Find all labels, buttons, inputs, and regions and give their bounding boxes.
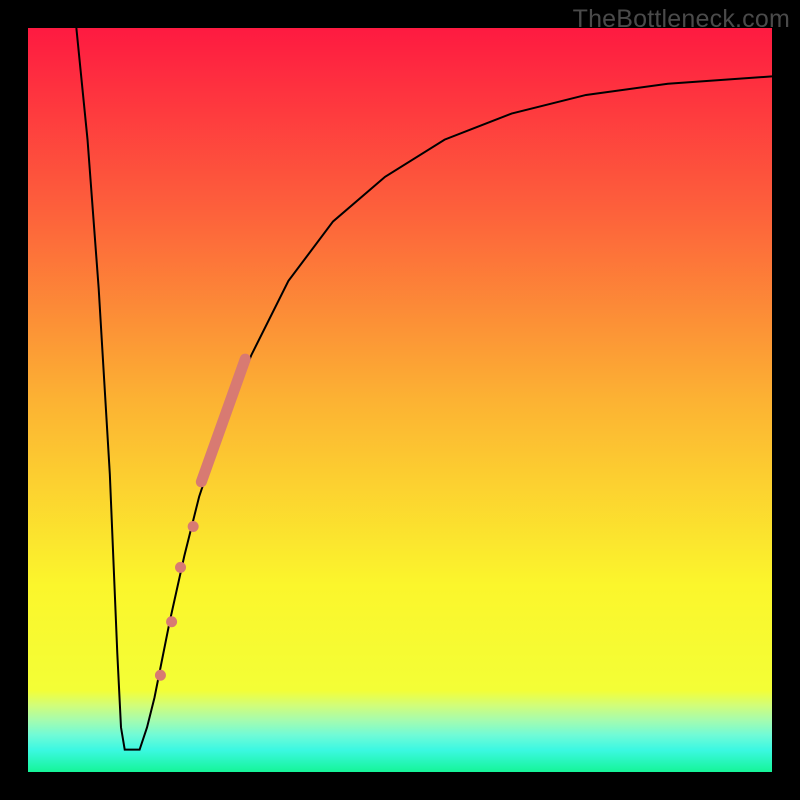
highlight-dot [155,670,166,681]
watermark-text: TheBottleneck.com [573,5,790,34]
highlight-dot [166,616,177,627]
bottleneck-curve [76,28,772,750]
highlight-dot [175,562,186,573]
curve-layer [28,28,772,772]
plot-area [28,28,772,772]
chart-frame: TheBottleneck.com [0,0,800,800]
highlight-segment [201,359,245,482]
highlight-dot [188,521,199,532]
